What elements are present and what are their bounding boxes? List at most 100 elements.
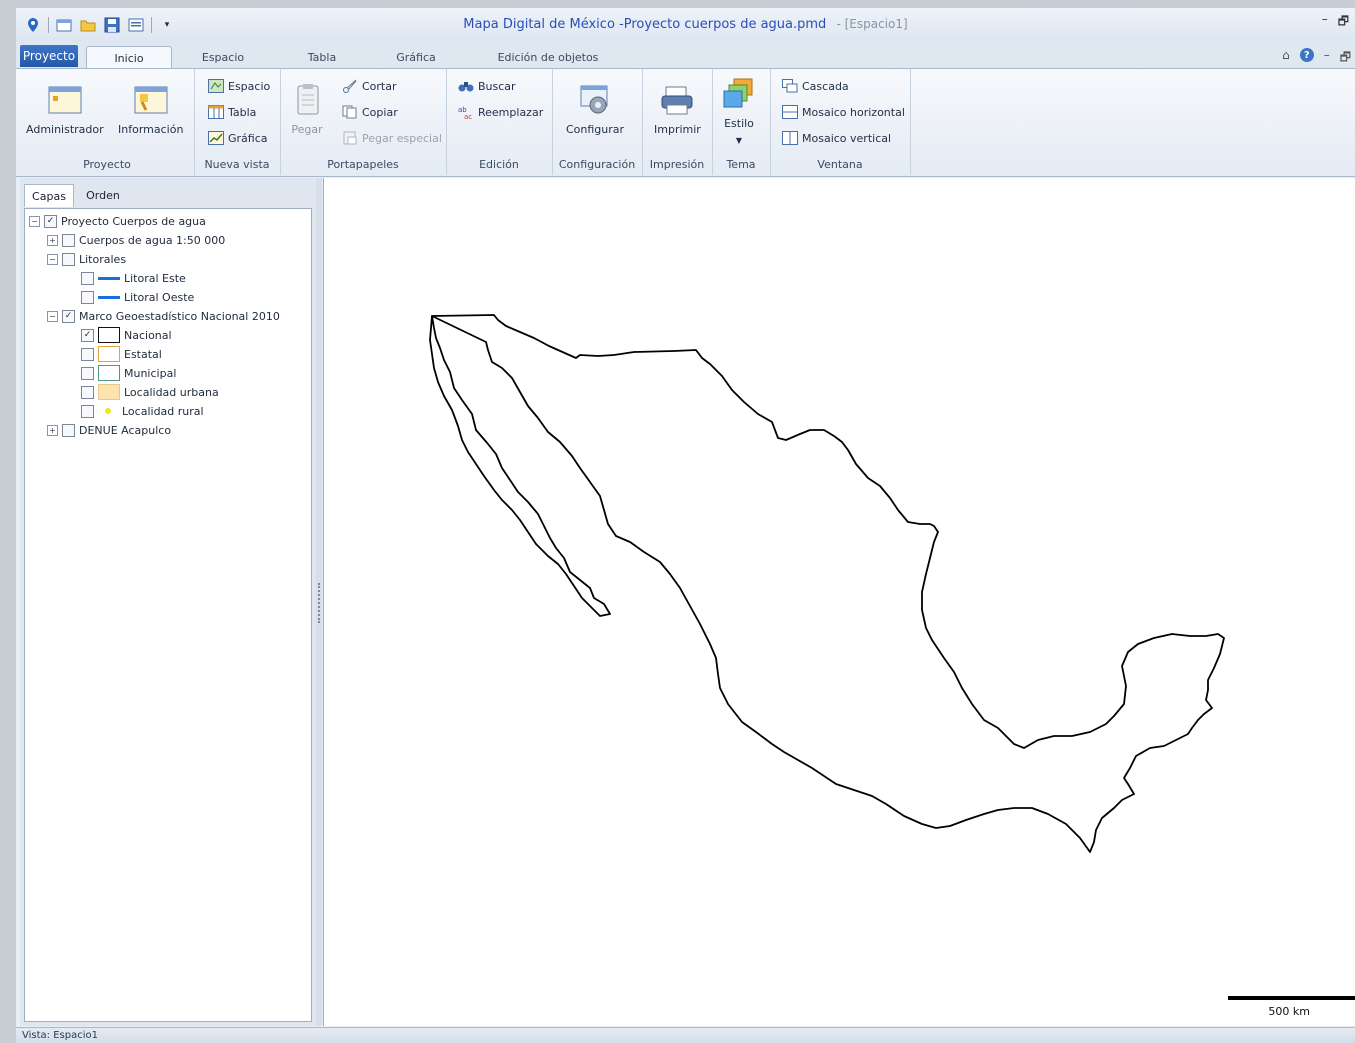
nacional-boundary [431,314,1225,853]
collapse-icon[interactable]: − [47,253,58,265]
nueva-grafica-button[interactable]: Gráfica [208,131,268,145]
buscar-button[interactable]: Buscar [458,79,516,93]
layer-municipal[interactable]: Municipal [81,364,176,382]
polygon-symbol-swatch [98,365,120,381]
mosaico-horizontal-label: Mosaico horizontal [802,105,905,119]
imprimir-button[interactable]: Imprimir [654,83,701,136]
layer-localidad-rural[interactable]: Localidad rural [81,402,204,420]
restore-icon[interactable]: 🗗 [1338,12,1349,33]
layer-checkbox[interactable] [81,366,94,380]
layer-label: Litoral Este [124,271,186,285]
group-label-portapapeles: Portapapeles [327,158,399,171]
collapse-ribbon-icon[interactable]: ⌂ [1282,48,1290,69]
group-label-impresion: Impresión [649,158,705,171]
copiar-button[interactable]: Copiar [342,105,398,119]
chart-icon [208,131,224,145]
layer-checkbox[interactable] [81,385,94,399]
layer-checkbox[interactable] [81,404,94,418]
layer-label: Localidad urbana [124,385,219,399]
nueva-tabla-button[interactable]: Tabla [208,105,256,119]
estilo-dropdown-icon[interactable]: ▼ [736,136,742,145]
informacion-label: Información [118,123,184,136]
layer-proyecto-cuerpos-de-agua[interactable]: − ✓ Proyecto Cuerpos de agua [29,212,206,230]
layer-nacional[interactable]: ✓ Nacional [81,326,172,344]
mosaico-vertical-label: Mosaico vertical [802,131,892,145]
informacion-button[interactable]: Información [118,83,183,136]
window-controls: – 🗗 [1322,12,1349,33]
minimize-icon[interactable]: – [1322,12,1328,33]
layer-checkbox[interactable] [81,347,94,361]
clipboard-icon [290,83,324,117]
configurar-button[interactable]: Configurar [566,83,624,136]
layer-checkbox[interactable] [62,423,75,437]
mosaico-horizontal-button[interactable]: Mosaico horizontal [782,105,905,119]
group-edicion: Buscar ab ac Reemplazar Edición [446,69,553,175]
pegar-label: Pegar [291,123,323,136]
layer-label: DENUE Acapulco [79,423,172,437]
splitter-grip[interactable] [318,583,321,623]
cortar-button[interactable]: Cortar [342,79,397,93]
layer-marco-geoestadistico[interactable]: − ✓ Marco Geoestadístico Nacional 2010 [47,307,280,325]
layer-checkbox[interactable]: ✓ [44,214,57,228]
estilo-button[interactable]: Estilo ▼ [722,77,756,145]
tab-espacio[interactable]: Espacio [188,46,258,69]
layer-denue-acapulco[interactable]: + DENUE Acapulco [47,421,171,439]
expand-icon[interactable]: + [47,234,58,246]
layer-checkbox[interactable] [81,271,94,285]
reemplazar-button[interactable]: ab ac Reemplazar [458,105,544,122]
layer-litoral-este[interactable]: Litoral Este [81,269,186,287]
panel-splitter[interactable] [316,178,322,1026]
group-configuracion: Configurar Configuración [552,69,643,175]
tab-proyecto[interactable]: Proyecto [20,45,78,67]
reemplazar-label: Reemplazar [478,105,544,119]
group-label-nueva-vista: Nueva vista [204,158,270,171]
paste-special-icon [342,131,358,145]
layer-litoral-oeste[interactable]: Litoral Oeste [81,288,194,306]
group-label-proyecto: Proyecto [83,158,131,171]
pegar-especial-button[interactable]: Pegar especial [342,131,442,145]
map-view[interactable]: 500 km [323,178,1355,1026]
mdi-minimize-icon[interactable]: – [1324,48,1330,69]
administrador-button[interactable]: Administrador [26,83,104,136]
help-icon[interactable]: ? [1299,48,1314,62]
tab-capas[interactable]: Capas [24,184,74,207]
collapse-icon[interactable]: − [47,310,58,322]
tab-inicio[interactable]: Inicio [86,46,172,70]
mdi-restore-icon[interactable]: 🗗 [1340,48,1351,69]
tab-edicion-de-objetos[interactable]: Edición de objetos [492,46,604,69]
nueva-espacio-button[interactable]: Espacio [208,79,270,93]
polygon-symbol-swatch [98,384,120,400]
pegar-button[interactable]: Pegar [290,83,324,136]
cascada-label: Cascada [802,79,849,93]
group-label-tema: Tema [726,158,756,171]
layer-localidad-urbana[interactable]: Localidad urbana [81,383,219,401]
mosaico-vertical-button[interactable]: Mosaico vertical [782,131,891,145]
layer-checkbox[interactable] [62,252,75,266]
layer-checkbox[interactable]: ✓ [62,309,75,323]
tab-tabla[interactable]: Tabla [294,46,350,69]
layer-checkbox[interactable]: ✓ [81,328,94,342]
tab-grafica[interactable]: Gráfica [382,46,450,69]
status-text: Vista: Espacio1 [22,1030,98,1041]
layer-litorales[interactable]: − Litorales [47,250,126,268]
layer-checkbox[interactable] [62,233,75,247]
layer-checkbox[interactable] [81,290,94,304]
expand-icon[interactable]: + [47,424,58,436]
tab-orden[interactable]: Orden [78,184,128,206]
configurar-label: Configurar [566,123,625,136]
polygon-symbol-swatch [98,327,120,343]
group-tema: Estilo ▼ Tema [712,69,771,175]
layer-label: Proyecto Cuerpos de agua [61,214,206,228]
replace-icon: ab ac [458,105,474,121]
layer-label: Litoral Oeste [124,290,195,304]
cascada-button[interactable]: Cascada [782,79,849,93]
collapse-icon[interactable]: − [29,215,40,227]
layer-cuerpos-de-agua[interactable]: + Cuerpos de agua 1:50 000 [47,231,225,249]
group-portapapeles: Pegar Cortar Copiar Pegar especial Porta… [280,69,447,175]
informacion-icon [134,83,168,117]
layer-estatal[interactable]: Estatal [81,345,162,363]
ribbon-right-controls: ⌂ ? – 🗗 [1282,48,1351,69]
mexico-outline-map [429,314,1225,853]
estilo-label: Estilo [724,117,754,130]
window-title-text: Mapa Digital de México -Proyecto cuerpos… [463,17,827,32]
